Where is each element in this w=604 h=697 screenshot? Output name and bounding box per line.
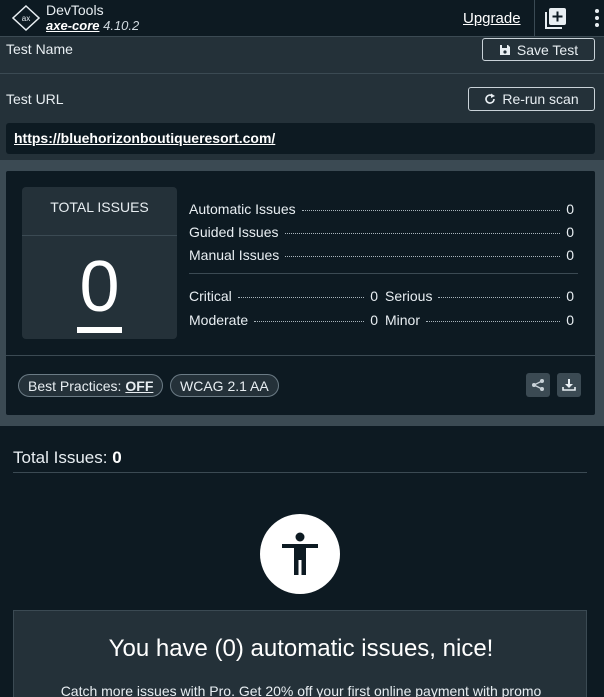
serious-value: 0 bbox=[566, 288, 574, 304]
svg-text:ax: ax bbox=[22, 14, 30, 23]
results-heading: Total Issues: 0 bbox=[13, 448, 122, 468]
manual-issues-label: Manual Issues bbox=[189, 247, 280, 263]
guided-issues-value: 0 bbox=[566, 224, 574, 240]
moderate-row: Moderate 0 bbox=[189, 312, 378, 328]
best-practices-value: OFF bbox=[125, 378, 154, 394]
share-button[interactable] bbox=[526, 373, 550, 397]
new-window-icon[interactable] bbox=[545, 7, 567, 29]
serious-label: Serious bbox=[385, 288, 433, 304]
results-heading-label: Total Issues: bbox=[13, 448, 108, 467]
summary-divider bbox=[6, 355, 595, 356]
moderate-label: Moderate bbox=[189, 312, 249, 328]
best-practices-label: Best Practices: bbox=[28, 378, 122, 394]
automatic-issues-value: 0 bbox=[566, 201, 574, 217]
upgrade-link[interactable]: Upgrade bbox=[463, 10, 521, 27]
accessibility-badge bbox=[260, 514, 340, 594]
critical-label: Critical bbox=[189, 288, 232, 304]
brand-product-link[interactable]: axe-core bbox=[46, 18, 99, 33]
test-url-link[interactable]: https://bluehorizonboutiqueresort.com/ bbox=[14, 130, 275, 146]
manual-issues-row: Manual Issues 0 bbox=[189, 247, 574, 263]
stats-divider bbox=[189, 273, 578, 274]
results-heading-count: 0 bbox=[112, 448, 122, 467]
total-issues-divider bbox=[22, 235, 177, 236]
share-icon bbox=[532, 379, 544, 391]
automatic-issues-label: Automatic Issues bbox=[189, 201, 296, 217]
best-practices-toggle[interactable]: Best Practices: OFF bbox=[18, 374, 164, 397]
save-test-label: Save Test bbox=[516, 41, 579, 58]
no-issues-card: You have (0) automatic issues, nice! Cat… bbox=[13, 610, 587, 697]
test-url-label: Test URL bbox=[6, 91, 64, 107]
axe-logo-icon: ax bbox=[12, 5, 40, 31]
total-issues-count[interactable]: 0 bbox=[22, 245, 177, 333]
refresh-icon bbox=[485, 93, 496, 104]
total-issues-box: TOTAL ISSUES 0 bbox=[22, 187, 177, 339]
download-icon bbox=[562, 379, 576, 391]
accessibility-person-icon bbox=[282, 532, 318, 575]
critical-value: 0 bbox=[370, 288, 378, 304]
serious-row: Serious 0 bbox=[385, 288, 574, 304]
summary-card: TOTAL ISSUES 0 Automatic Issues 0 Guided … bbox=[6, 171, 595, 415]
meta-divider bbox=[0, 73, 604, 74]
brand-subtitle: axe-core 4.10.2 bbox=[46, 18, 139, 34]
total-issues-title: TOTAL ISSUES bbox=[50, 199, 149, 215]
guided-issues-label: Guided Issues bbox=[189, 224, 279, 240]
brand-title: DevTools bbox=[46, 2, 104, 18]
moderate-value: 0 bbox=[370, 312, 378, 328]
header-divider bbox=[534, 0, 535, 36]
save-test-button[interactable]: Save Test bbox=[482, 38, 595, 61]
manual-issues-value: 0 bbox=[566, 247, 574, 263]
export-button[interactable] bbox=[557, 373, 581, 397]
automatic-issues-row: Automatic Issues 0 bbox=[189, 201, 574, 217]
rerun-scan-label: Re-run scan bbox=[502, 91, 579, 107]
minor-label: Minor bbox=[385, 312, 421, 328]
results-divider bbox=[13, 472, 587, 473]
rerun-scan-button[interactable]: Re-run scan bbox=[468, 87, 595, 111]
wcag-standard-pill[interactable]: WCAG 2.1 AA bbox=[170, 374, 279, 397]
brand: DevTools axe-core 4.10.2 bbox=[46, 2, 139, 34]
minor-row: Minor 0 bbox=[385, 312, 574, 328]
save-icon bbox=[499, 44, 510, 55]
summary-section: TOTAL ISSUES 0 Automatic Issues 0 Guided … bbox=[0, 160, 604, 426]
more-options-icon[interactable] bbox=[590, 8, 604, 30]
wcag-standard-label: WCAG 2.1 AA bbox=[180, 378, 269, 394]
minor-value: 0 bbox=[566, 312, 574, 328]
app-header: ax DevTools axe-core 4.10.2 Upgrade bbox=[0, 0, 604, 40]
guided-issues-row: Guided Issues 0 bbox=[189, 224, 574, 240]
test-details: Test Name Save Test Test URL Re-run scan… bbox=[0, 36, 604, 160]
no-issues-title: You have (0) automatic issues, nice! bbox=[108, 635, 494, 662]
test-name-label: Test Name bbox=[6, 41, 73, 57]
test-url-field: https://bluehorizonboutiqueresort.com/ bbox=[6, 123, 595, 154]
brand-version: 4.10.2 bbox=[103, 18, 140, 33]
pro-promo-text: Catch more issues with Pro. Get 20% off … bbox=[60, 683, 542, 697]
critical-row: Critical 0 bbox=[189, 288, 378, 304]
